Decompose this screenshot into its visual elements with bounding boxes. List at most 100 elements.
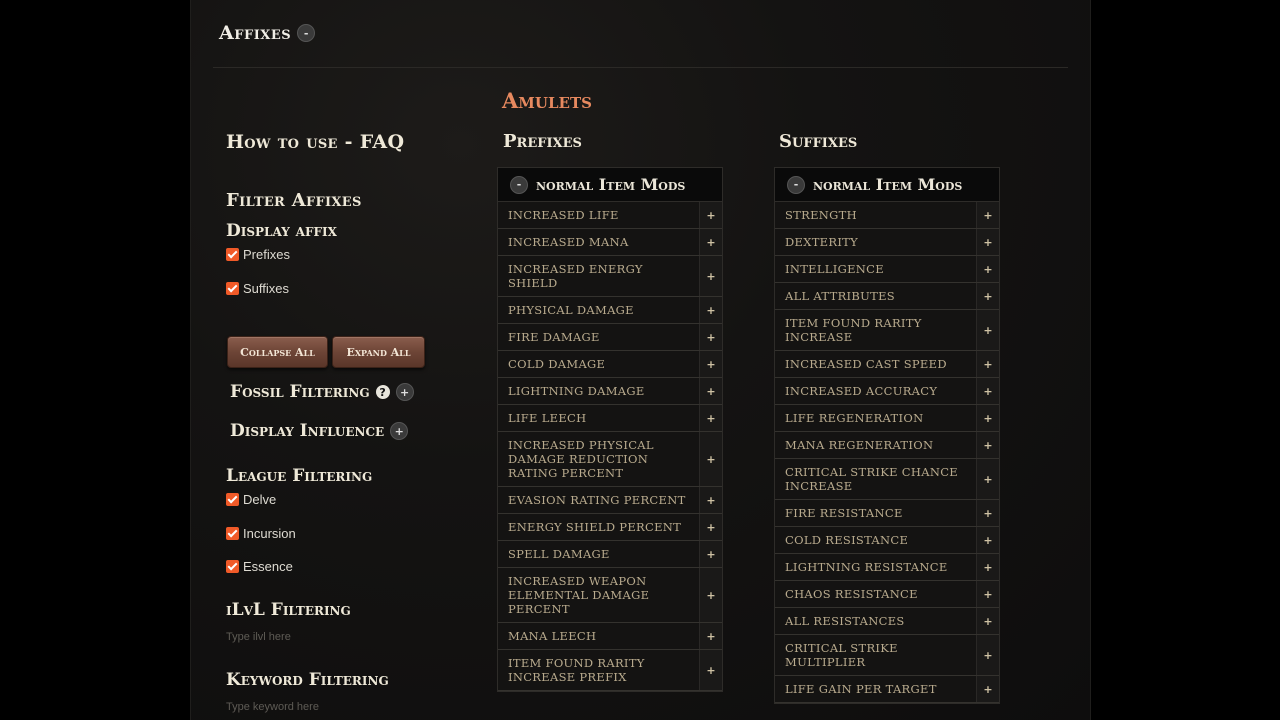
expand-mod-button[interactable]: + <box>976 581 999 607</box>
expand-influence-button[interactable]: + <box>390 422 409 440</box>
expand-mod-button[interactable]: + <box>976 283 999 309</box>
expand-mod-button[interactable]: + <box>976 310 999 350</box>
expand-mod-button[interactable]: + <box>976 608 999 634</box>
expand-mod-button[interactable]: + <box>976 500 999 526</box>
mod-row[interactable]: Item Found Rarity Increase + <box>775 310 999 351</box>
collapse-group-button[interactable]: - <box>510 175 528 194</box>
expand-mod-button[interactable]: + <box>976 635 999 675</box>
mod-row[interactable]: Lightning Resistance + <box>775 554 999 581</box>
mod-row[interactable]: Critical Strike Chance Increase + <box>775 459 999 500</box>
checkbox-checked[interactable] <box>226 527 239 540</box>
prefixes-column: - normal Item Mods Increased Life + Increa… <box>497 167 723 692</box>
expand-mod-button[interactable]: + <box>976 405 999 431</box>
mod-row[interactable]: Physical Damage + <box>498 297 722 324</box>
mod-name: Fire Resistance <box>785 506 903 520</box>
expand-mod-button[interactable]: + <box>699 568 722 622</box>
expand-mod-button[interactable]: + <box>699 229 722 255</box>
league-checkbox-row[interactable]: Essence <box>226 559 293 574</box>
expand-all-button[interactable]: Expand All <box>332 336 425 368</box>
mod-row[interactable]: Life Regeneration + <box>775 405 999 432</box>
mod-row[interactable]: Item Found Rarity Increase Prefix + <box>498 650 722 691</box>
mod-row[interactable]: Spell Damage + <box>498 541 722 568</box>
mod-row[interactable]: Cold Damage + <box>498 351 722 378</box>
mod-name: Strength <box>785 208 857 222</box>
mod-row[interactable]: Increased Accuracy + <box>775 378 999 405</box>
mod-row[interactable]: Chaos Resistance + <box>775 581 999 608</box>
expand-mod-button[interactable]: + <box>976 202 999 228</box>
checkbox-checked[interactable] <box>226 248 239 261</box>
expand-mod-button[interactable]: + <box>699 378 722 404</box>
mod-row[interactable]: Fire Damage + <box>498 324 722 351</box>
faq-link[interactable]: How to use - FAQ <box>226 131 404 153</box>
expand-mod-button[interactable]: + <box>699 405 722 431</box>
help-icon[interactable]: ? <box>375 385 390 399</box>
expand-mod-button[interactable]: + <box>976 432 999 458</box>
league-checkbox-row[interactable]: Incursion <box>226 526 296 541</box>
suffixes-checkbox-row[interactable]: Suffixes <box>226 281 289 296</box>
expand-mod-button[interactable]: + <box>699 650 722 690</box>
mod-row[interactable]: Increased Weapon Elemental Damage Percen… <box>498 568 722 623</box>
mod-row[interactable]: Increased Energy Shield + <box>498 256 722 297</box>
league-checkbox-row[interactable]: Delve <box>226 492 276 507</box>
expand-mod-button[interactable]: + <box>699 297 722 323</box>
mod-row[interactable]: Life Leech + <box>498 405 722 432</box>
expand-mod-button[interactable]: + <box>976 554 999 580</box>
mod-name: Increased Mana <box>508 235 629 249</box>
expand-mod-button[interactable]: + <box>699 623 722 649</box>
checkbox-checked[interactable] <box>226 560 239 573</box>
mod-row[interactable]: Intelligence + <box>775 256 999 283</box>
expand-mod-button[interactable]: + <box>976 351 999 377</box>
expand-mod-button[interactable]: + <box>699 514 722 540</box>
mod-row[interactable]: Cold Resistance + <box>775 527 999 554</box>
mod-row[interactable]: Mana Leech + <box>498 623 722 650</box>
mod-name: All Resistances <box>785 614 905 628</box>
expand-mod-button[interactable]: + <box>976 229 999 255</box>
category-title: Amulets <box>502 88 592 113</box>
mod-name: Life Gain Per Target <box>785 682 937 696</box>
mod-row[interactable]: Dexterity + <box>775 229 999 256</box>
mod-name: Life Leech <box>508 411 587 425</box>
checkbox-checked[interactable] <box>226 493 239 506</box>
checkbox-checked[interactable] <box>226 282 239 295</box>
expand-mod-button[interactable]: + <box>699 487 722 513</box>
mod-row[interactable]: Mana Regeneration + <box>775 432 999 459</box>
expand-mod-button[interactable]: + <box>976 256 999 282</box>
mod-row[interactable]: Increased Life + <box>498 202 722 229</box>
mod-row[interactable]: Increased Cast Speed + <box>775 351 999 378</box>
mod-row[interactable]: Critical Strike Multiplier + <box>775 635 999 676</box>
prefixes-group-header[interactable]: - normal Item Mods <box>498 168 722 202</box>
suffixes-group-header[interactable]: - normal Item Mods <box>775 168 999 202</box>
mod-name: Increased Weapon Elemental Damage Percen… <box>508 574 650 616</box>
mod-row[interactable]: Increased Physical Damage Reduction Rati… <box>498 432 722 487</box>
mod-row[interactable]: Strength + <box>775 202 999 229</box>
mod-row[interactable]: Evasion Rating Percent + <box>498 487 722 514</box>
expand-mod-button[interactable]: + <box>976 378 999 404</box>
mod-row[interactable]: Increased Mana + <box>498 229 722 256</box>
expand-fossil-button[interactable]: + <box>395 383 414 401</box>
expand-mod-button[interactable]: + <box>976 676 999 702</box>
collapse-affixes-button[interactable]: - <box>297 24 316 42</box>
mod-row[interactable]: All Resistances + <box>775 608 999 635</box>
collapse-group-button[interactable]: - <box>787 175 805 194</box>
ilvl-input[interactable]: Type ilvl here <box>226 631 291 643</box>
expand-mod-button[interactable]: + <box>699 432 722 486</box>
mod-row[interactable]: Fire Resistance + <box>775 500 999 527</box>
collapse-all-button[interactable]: Collapse All <box>227 336 328 368</box>
expand-mod-button[interactable]: + <box>976 527 999 553</box>
keyword-filtering-heading: Keyword Filtering <box>226 670 389 690</box>
expand-mod-button[interactable]: + <box>699 324 722 350</box>
expand-mod-button[interactable]: + <box>699 351 722 377</box>
mod-row[interactable]: All Attributes + <box>775 283 999 310</box>
expand-mod-button[interactable]: + <box>699 202 722 228</box>
display-influence-heading: Display Influence <box>230 421 385 441</box>
expand-mod-button[interactable]: + <box>699 541 722 567</box>
expand-mod-button[interactable]: + <box>699 256 722 296</box>
mod-row[interactable]: Energy Shield Percent + <box>498 514 722 541</box>
keyword-input[interactable]: Type keyword here <box>226 701 319 713</box>
expand-mod-button[interactable]: + <box>976 459 999 499</box>
affixes-title: Affixes <box>219 22 292 44</box>
mod-row[interactable]: Lightning Damage + <box>498 378 722 405</box>
mod-row[interactable]: Life Gain Per Target + <box>775 676 999 703</box>
mod-name: Cold Damage <box>508 357 606 371</box>
prefixes-checkbox-row[interactable]: Prefixes <box>226 247 290 262</box>
